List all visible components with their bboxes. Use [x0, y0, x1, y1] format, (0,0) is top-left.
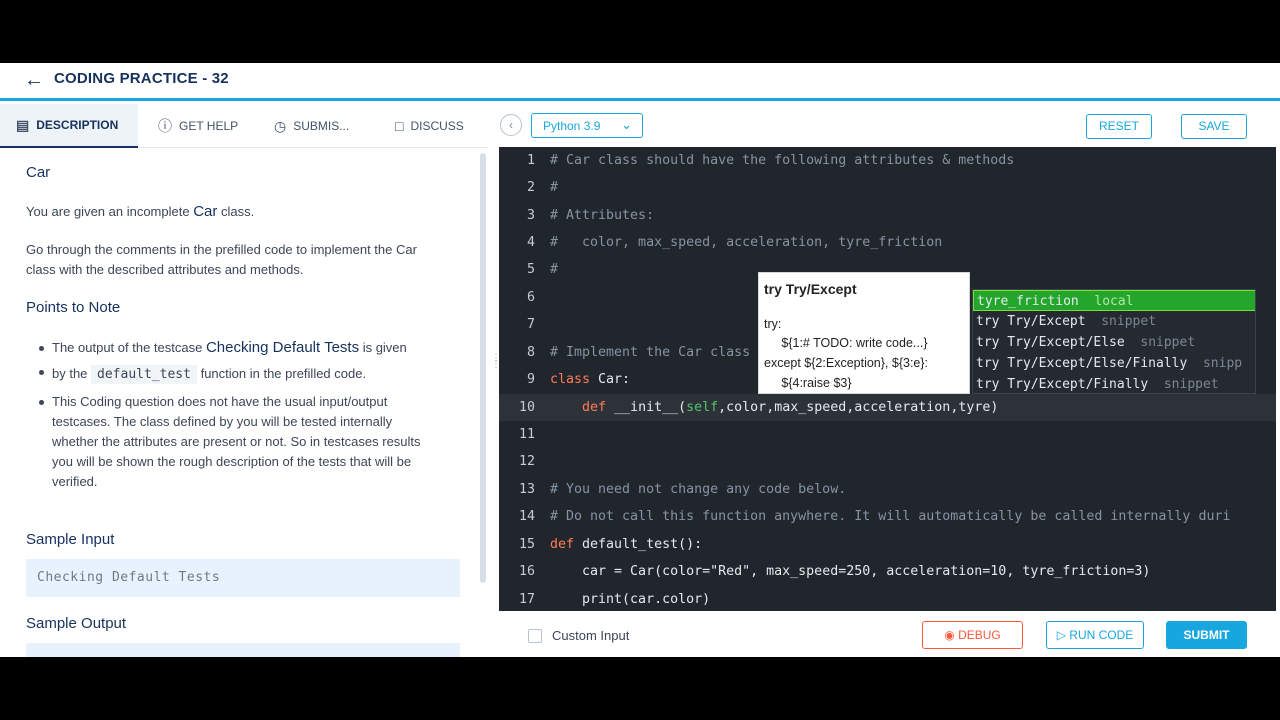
line-number: 2	[526, 180, 535, 195]
line-number: 9	[526, 372, 535, 387]
code-line: 4 # color, max_speed, acceleration, tyre_…	[499, 229, 1276, 256]
code-token: # Implement the Car class	[550, 345, 751, 360]
sample-output-heading: Sample Output	[26, 615, 127, 632]
autocomplete-item[interactable]: try Try/Except/Finally snippet	[973, 374, 1255, 393]
code-line: 1 # Car class should have the following a…	[499, 147, 1276, 174]
collapse-panel-button[interactable]: ‹	[500, 114, 522, 136]
autocomplete-list: tyre_friction local try Try/Except snipp…	[972, 289, 1256, 394]
line-number: 11	[518, 427, 535, 442]
autocomplete-item[interactable]: try Try/Except snippet	[973, 311, 1255, 332]
code-token: print(car.color)	[550, 592, 711, 607]
code-token: #	[550, 180, 559, 195]
code-token: "Red"	[710, 564, 751, 579]
line-number: 15	[518, 537, 535, 552]
app-window: ← CODING PRACTICE - 32 ▤ DESCRIPTION ⓘ G…	[0, 63, 1280, 657]
line-number: 6	[526, 290, 535, 305]
tab-description[interactable]: ▤ DESCRIPTION	[0, 104, 138, 148]
snippet-tooltip: try Try/Except try: ${1:# TODO: write co…	[758, 272, 970, 394]
line-number: 16	[518, 564, 535, 579]
code-token: # Do not call this function anywhere. It…	[550, 509, 1231, 524]
description-text-line-1: Go through the comments in the prefilled…	[26, 242, 417, 257]
code-token: def __init__(self,color,max_speed,accele…	[582, 400, 999, 415]
custom-input-checkbox[interactable]	[528, 629, 542, 643]
reset-button[interactable]: RESET	[1086, 114, 1152, 139]
play-icon: ▷	[1056, 628, 1066, 642]
run-code-button[interactable]: ▷ RUN CODE	[1046, 621, 1144, 649]
bullet-text-line: verified.	[52, 474, 98, 489]
line-number: 13	[518, 482, 535, 497]
bullet-text-line: testcases. The class defined by you will…	[52, 414, 393, 429]
page-title: CODING PRACTICE - 32	[54, 70, 229, 87]
top-bar: ← CODING PRACTICE - 32	[0, 63, 1280, 101]
code-token: class	[550, 372, 591, 387]
autocomplete-item[interactable]: tyre_friction local	[973, 290, 1255, 311]
description-text-line-2: class with the described attributes and …	[26, 262, 304, 277]
code-token: car = Car(color="Red", max_speed=250, ac…	[550, 564, 1151, 579]
code-line: 13 # You need not change any code below.	[499, 476, 1276, 503]
code-line: 15 def default_test():	[499, 531, 1276, 558]
bullet-text-line: whether the attributes are present or no…	[52, 434, 421, 449]
code-line: 14 # Do not call this function anywhere. …	[499, 503, 1276, 530]
description-panel: Car You are given an incomplete Car clas…	[0, 149, 488, 657]
submit-button[interactable]: SUBMIT	[1166, 621, 1247, 649]
save-button[interactable]: SAVE	[1181, 114, 1247, 139]
code-token: def default_test():	[550, 537, 703, 552]
line-number: 5	[526, 262, 535, 277]
autocomplete-item[interactable]: try Try/Except/Else snippet	[973, 332, 1255, 353]
line-number: 4	[526, 235, 535, 250]
line-number: 12	[518, 454, 535, 469]
tab-get-help[interactable]: ⓘ GET HELP	[158, 104, 258, 148]
debug-button[interactable]: ◉ DEBUG	[922, 621, 1023, 649]
code-line: 12	[499, 448, 1276, 475]
code-token: self	[686, 400, 719, 415]
code-line: 16 car = Car(color="Red", max_speed=250,…	[499, 558, 1276, 585]
intro-text: You are given an incomplete Car class.	[26, 203, 255, 220]
sample-input-box: Checking Default Tests	[26, 559, 460, 597]
code-token: # You need not change any code below.	[550, 482, 847, 497]
chevron-down-icon: ⌄	[621, 117, 632, 132]
list-item-continuation: by the default_test function in the pref…	[38, 362, 366, 385]
line-number: 3	[526, 208, 535, 223]
sample-output-box	[26, 643, 460, 657]
autocomplete-item[interactable]: try Try/Except/Else/Finally snipp	[973, 353, 1255, 374]
description-icon: ▤	[16, 116, 30, 133]
code-line-current: 10 def __init__(self,color,max_speed,acc…	[499, 394, 1276, 421]
tab-bar: ▤ DESCRIPTION ⓘ GET HELP ◷ SUBMIS... □ D…	[0, 104, 488, 148]
tab-discuss[interactable]: □ DISCUSS	[395, 104, 485, 148]
problem-title: Car	[26, 164, 51, 181]
line-number: 17	[518, 592, 535, 607]
code-token: class Car:	[550, 372, 631, 387]
language-select[interactable]: Python 3.9 ⌄	[531, 113, 643, 138]
line-number: 10	[518, 400, 535, 415]
bug-icon: ◉	[944, 628, 955, 642]
line-number: 14	[518, 509, 535, 524]
custom-input-label: Custom Input	[552, 628, 630, 643]
sample-input-heading: Sample Input	[26, 531, 115, 548]
points-heading: Points to Note	[26, 299, 121, 316]
code-token: def	[550, 537, 575, 552]
arrow-left-icon[interactable]: ←	[24, 69, 44, 92]
code-token: # color, max_speed, acceleration, tyre_f…	[550, 235, 943, 250]
code-line: 3 # Attributes:	[499, 202, 1276, 229]
list-item: This Coding question does not have the u…	[38, 392, 387, 412]
code-token: #	[550, 262, 559, 277]
code-line: 17 print(car.color)	[499, 586, 1276, 611]
scrollbar[interactable]	[480, 153, 486, 583]
line-number: 1	[526, 153, 535, 168]
clock-icon: ◷	[274, 117, 287, 134]
line-number: 8	[526, 345, 535, 360]
line-number: 7	[526, 317, 535, 332]
list-item: The output of the testcase Checking Defa…	[39, 339, 407, 356]
code-token: # Car class should have the following at…	[550, 153, 1015, 168]
tab-submissions[interactable]: ◷ SUBMIS...	[274, 104, 374, 148]
chat-icon: □	[395, 118, 404, 134]
code-line: 11	[499, 421, 1276, 448]
bullet-text-line: you will be shown the rough description …	[52, 454, 412, 469]
code-line: 2 #	[499, 174, 1276, 201]
code-token: def	[582, 400, 607, 415]
code-token: # Attributes:	[550, 208, 655, 223]
help-icon: ⓘ	[158, 118, 172, 134]
